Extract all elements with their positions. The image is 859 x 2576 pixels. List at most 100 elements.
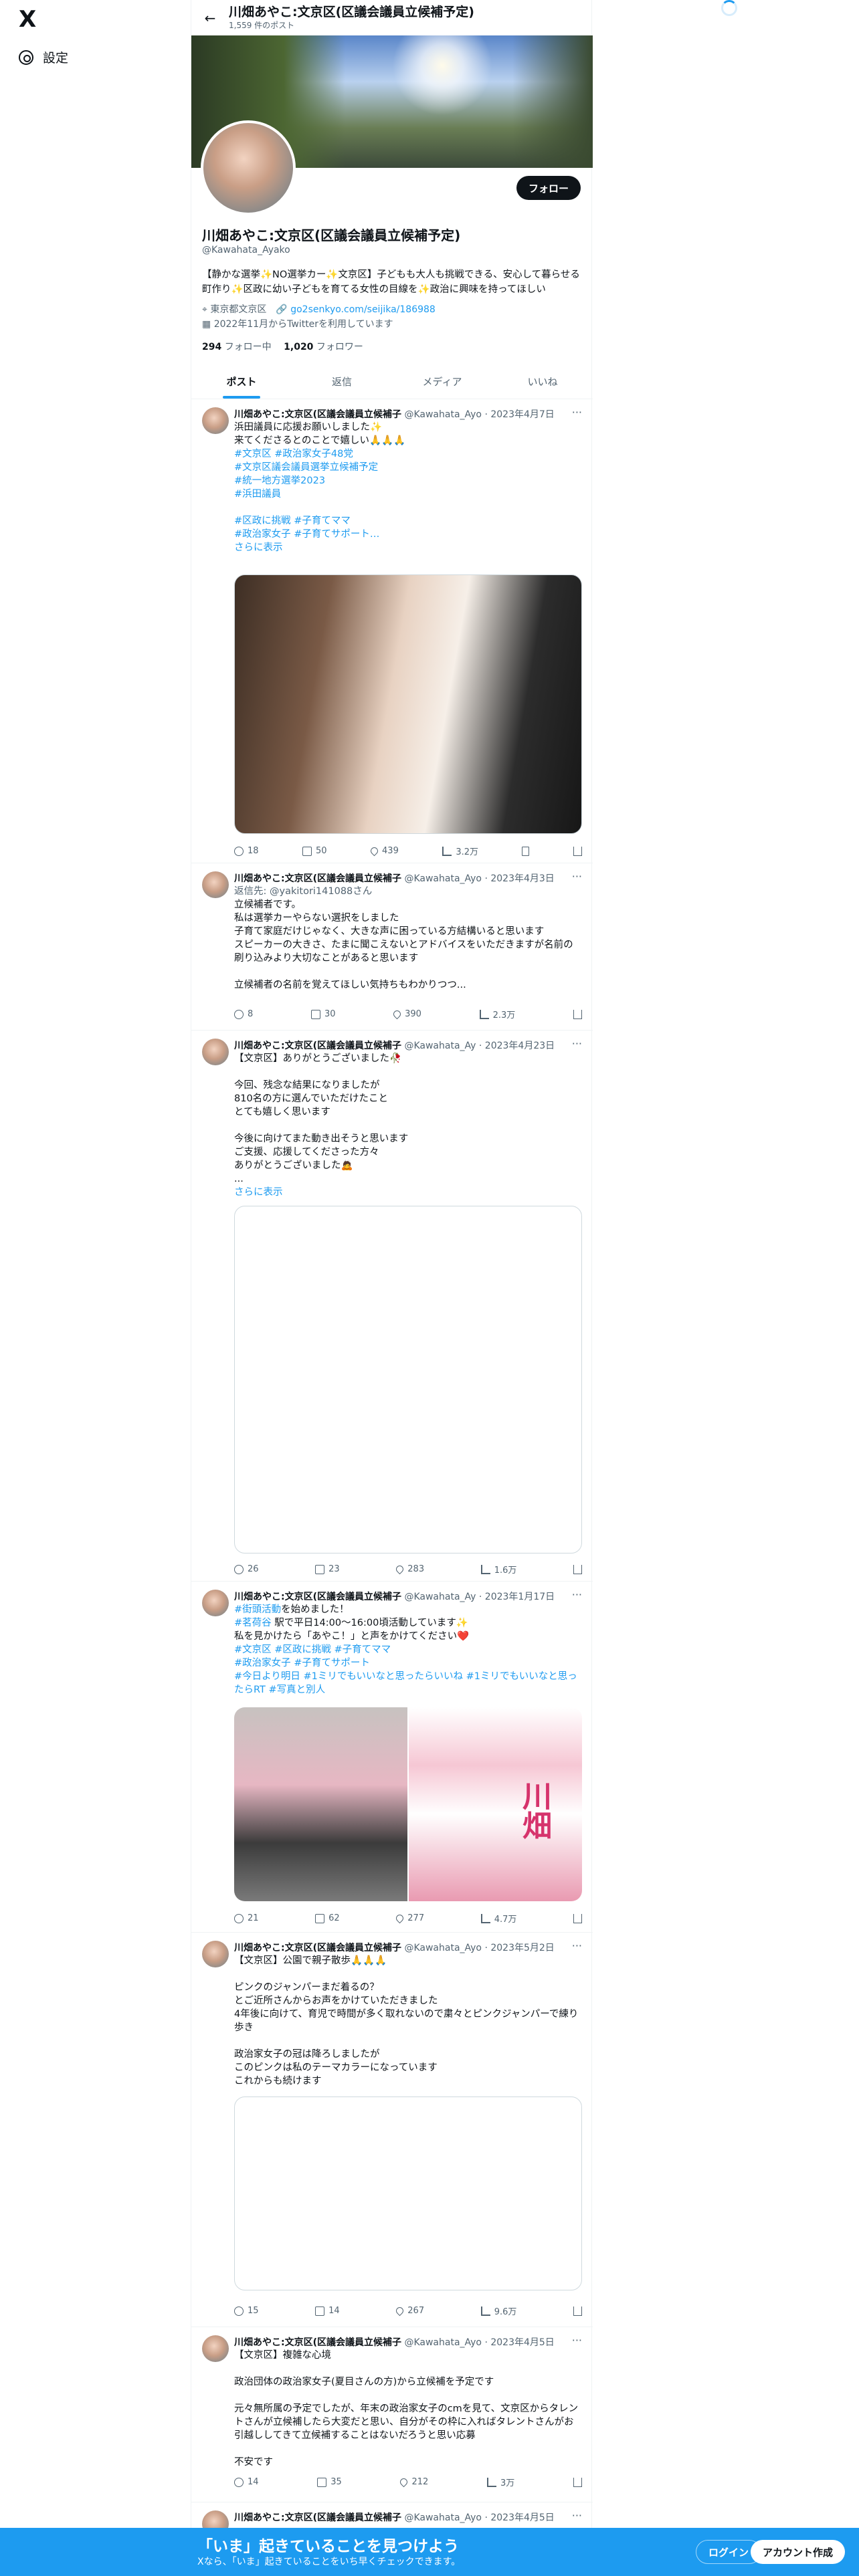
settings-link[interactable]: 設定 [19, 48, 68, 66]
retweet-button[interactable]: 23 [315, 1563, 340, 1576]
retweet-button[interactable]: 35 [317, 2476, 342, 2488]
post-actions: 26 23 283 1.6万 [234, 1563, 582, 1576]
reply-button[interactable]: 15 [234, 2304, 259, 2317]
header-post-count: 1,559 件のポスト [229, 21, 295, 30]
avatar[interactable] [202, 2335, 229, 2362]
views-button[interactable]: 2.3万 [479, 1008, 515, 1021]
share-button[interactable] [573, 2304, 582, 2317]
views-button[interactable]: 1.6万 [480, 1563, 516, 1576]
post[interactable]: 川畑あやこ:文京区(区議会議員立候補子 @Kawahata_Ayo · 2023… [191, 1933, 593, 2327]
post-header: 川畑あやこ:文京区(区議会議員立候補子 @Kawahata_Ayo · 2023… [234, 873, 555, 884]
post-header: 川畑あやこ:文京区(区議会議員立候補子 @Kawahata_Ayo · 2023… [234, 2337, 555, 2348]
post-actions: 8 30 390 2.3万 [234, 1008, 582, 1021]
avatar[interactable] [202, 1941, 229, 1967]
more-icon[interactable]: ··· [572, 2334, 582, 2347]
reply-button[interactable]: 14 [234, 2476, 259, 2488]
post-text: 【文京区】ありがとうございました🥀 今回、残念な結果になりましたが 810名の方… [234, 1053, 409, 1198]
more-icon[interactable]: ··· [572, 870, 582, 883]
share-button[interactable] [573, 845, 582, 857]
share-button[interactable] [573, 1563, 582, 1576]
profile-joined: 2022年11月からTwitterを利用しています [213, 319, 393, 330]
reply-button[interactable]: 26 [234, 1563, 259, 1576]
share-button[interactable] [573, 1008, 582, 1021]
retweet-button[interactable]: 14 [315, 2304, 340, 2317]
signup-button[interactable]: アカウント作成 [751, 2540, 846, 2564]
like-button[interactable]: 267 [395, 2304, 424, 2317]
more-icon[interactable]: ··· [572, 406, 582, 419]
retweet-icon [302, 846, 312, 856]
tab-replies[interactable]: 返信 [292, 364, 392, 399]
views-button[interactable]: 9.6万 [480, 2304, 516, 2317]
retweet-button[interactable]: 62 [315, 1912, 340, 1925]
settings-label: 設定 [43, 51, 69, 66]
tab-media[interactable]: メディア [392, 364, 492, 399]
post-text: 【文京区】複雑な心境 政治団体の政治家女子(夏目さんの方)から立候補を予定です … [234, 2350, 579, 2468]
x-logo-icon[interactable]: X [19, 8, 36, 31]
more-icon[interactable]: ··· [572, 1588, 582, 1601]
profile-avatar[interactable] [201, 120, 296, 215]
post[interactable]: 川畑あやこ:文京区(区議会議員立候補子 @Kawahata_Ay · 2023年… [191, 1582, 593, 1933]
left-nav: X 設定 [0, 0, 191, 2576]
retweet-button[interactable]: 50 [302, 845, 327, 857]
tab-posts[interactable]: ポスト [191, 364, 292, 399]
like-button[interactable]: 212 [399, 2476, 428, 2488]
following-link[interactable]: 294 フォロー中 [202, 342, 272, 352]
like-button[interactable]: 390 [391, 1008, 421, 1021]
reply-icon [234, 846, 244, 856]
reply-button[interactable]: 18 [234, 845, 259, 857]
post-text: 【文京区】公園で親子散歩🙏🙏🙏 ピンクのジャンパーまだ着るの？ とご近所さんから… [234, 1955, 579, 2086]
profile-bio: 【静かな選挙✨NO選挙カー✨文京区】子どもも大人も挑戦できる、安心して暮らせる町… [202, 270, 580, 295]
share-button[interactable] [573, 1912, 582, 1925]
post[interactable]: 川畑あやこ:文京区(区議会議員立候補子 @Kawahata_Ayo · 2023… [191, 399, 593, 863]
avatar[interactable] [202, 871, 229, 898]
reply-button[interactable]: 8 [234, 1008, 253, 1021]
like-button[interactable]: 439 [369, 845, 399, 857]
loading-spinner-icon [721, 0, 737, 16]
retweet-button[interactable]: 30 [310, 1008, 335, 1021]
avatar[interactable] [202, 1590, 229, 1616]
post-media-placeholder[interactable] [234, 1206, 582, 1553]
post-media-placeholder[interactable] [234, 2097, 582, 2290]
views-button[interactable]: 3万 [486, 2476, 514, 2488]
share-icon [573, 846, 582, 856]
post[interactable]: 川畑あやこ:文京区(区議会議員立候補子 @Kawahata_Ayo · 2023… [191, 863, 593, 1031]
post-actions: 21 62 277 4.7万 [234, 1912, 582, 1925]
post-actions: 18 50 439 3.2万 [234, 845, 582, 857]
followers-link[interactable]: 1,020 フォロワー [284, 342, 363, 352]
share-button[interactable] [573, 2476, 582, 2488]
bookmark-button[interactable] [522, 845, 530, 857]
gear-icon [19, 49, 33, 65]
post-photo[interactable]: 川畑 [409, 1707, 582, 1901]
post-photo[interactable] [234, 574, 582, 834]
avatar[interactable] [202, 1039, 229, 1065]
back-arrow-icon[interactable]: ← [191, 10, 229, 26]
poster-name: 川畑 [517, 1781, 551, 1840]
profile-tabs: ポスト 返信 メディア いいね [191, 364, 593, 399]
like-button[interactable]: 283 [395, 1563, 424, 1576]
post-photo[interactable] [234, 1707, 407, 1901]
follow-button[interactable]: フォロー [516, 176, 581, 200]
profile-header: ← 川畑あやこ:文京区(区議会議員立候補予定) 1,559 件のポスト [191, 0, 593, 35]
avatar[interactable] [202, 407, 229, 434]
tab-likes[interactable]: いいね [492, 364, 593, 399]
more-icon[interactable]: ··· [572, 1939, 582, 1952]
like-button[interactable]: 277 [395, 1912, 424, 1925]
views-button[interactable]: 4.7万 [480, 1912, 516, 1925]
bookmark-icon [522, 846, 530, 856]
more-icon[interactable]: ··· [572, 1037, 582, 1050]
profile-link[interactable]: go2senkyo.com/seijika/186988 [290, 304, 436, 315]
profile-column: ← 川畑あやこ:文京区(区議会議員立候補予定) 1,559 件のポスト フォロー… [191, 0, 593, 2576]
reply-button[interactable]: 21 [234, 1912, 259, 1925]
profile-meta: ⌖ 東京都文京区 🔗 go2senkyo.com/seijika/186988 … [202, 302, 436, 332]
views-button[interactable]: 3.2万 [442, 845, 478, 857]
profile-location: 東京都文京区 [210, 304, 267, 315]
post[interactable]: 川畑あやこ:文京区(区議会議員立候補子 @Kawahata_Ay · 2023年… [191, 1031, 593, 1582]
signup-banner: 「いま」起きていることを見つけよう Xなら、「いま」起きていることをいち早くチェ… [0, 2528, 859, 2576]
profile-handle: @Kawahata_Ayako [202, 245, 290, 255]
post-text: #街頭活動を始めました！ #茗荷谷 駅で平日14:00〜16:00頃活動していま… [234, 1604, 577, 1695]
post[interactable]: 川畑あやこ:文京区(区議会議員立候補子 @Kawahata_Ayo · 2023… [191, 2327, 593, 2502]
more-icon[interactable]: ··· [572, 2509, 582, 2522]
profile-name: 川畑あやこ:文京区(区議会議員立候補予定) [202, 227, 461, 243]
signup-banner-subtitle: Xなら、「いま」起きていることをいち早くチェックできます。 [197, 2557, 461, 2567]
post-photos[interactable]: 川畑 [234, 1707, 582, 1901]
